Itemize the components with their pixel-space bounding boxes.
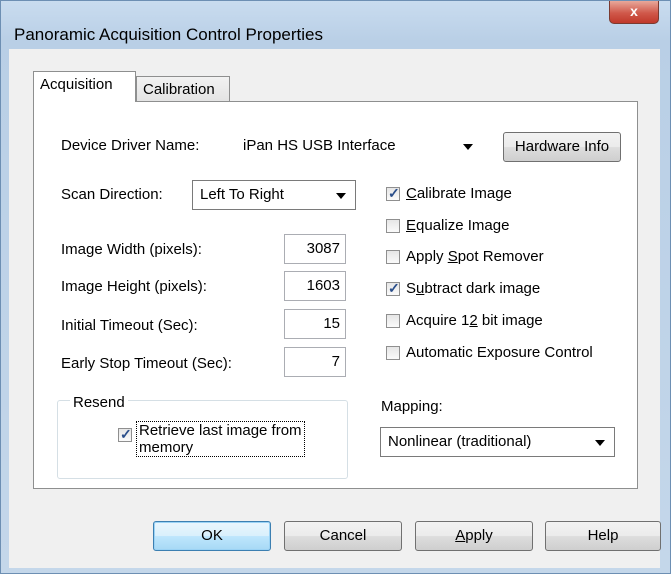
hardware-info-button[interactable]: Hardware Info — [503, 132, 621, 162]
image-width-label: Image Width (pixels): — [61, 241, 202, 258]
checkmark-icon: ✓ — [388, 185, 400, 201]
automatic-exposure-label: Automatic Exposure Control — [406, 344, 593, 361]
checkbox-box[interactable] — [386, 314, 400, 328]
close-icon: x — [630, 3, 638, 19]
early-stop-timeout-input[interactable]: 7 — [284, 347, 346, 377]
help-button[interactable]: Help — [545, 521, 661, 551]
cancel-button[interactable]: Cancel — [284, 521, 402, 551]
ok-label: OK — [201, 527, 223, 544]
acquire-12-bit-label: Acquire 12 bit image — [406, 312, 543, 329]
checkbox-box[interactable]: ✓ — [118, 426, 132, 442]
title-bar: Panoramic Acquisition Control Properties… — [1, 1, 670, 44]
checkbox-box[interactable] — [386, 346, 400, 360]
tab-calibration-label: Calibration — [143, 81, 215, 98]
close-button[interactable]: x — [609, 1, 659, 24]
cancel-label: Cancel — [319, 527, 367, 544]
hardware-info-label: Hardware Info — [514, 138, 610, 155]
image-width-input[interactable]: 3087 — [284, 234, 346, 264]
device-driver-label: Device Driver Name: — [61, 137, 200, 154]
device-driver-value: iPan HS USB Interface — [243, 137, 396, 154]
retrieve-label-line1: Retrieve last image from — [139, 422, 302, 439]
image-height-input[interactable]: 1603 — [284, 271, 346, 301]
calibrate-image-label: Calibrate Image — [406, 185, 512, 202]
ok-button[interactable]: OK — [153, 521, 271, 551]
chevron-down-icon — [463, 144, 473, 150]
tab-acquisition[interactable]: Acquisition — [33, 71, 136, 102]
checkbox-box[interactable] — [386, 250, 400, 264]
help-label: Help — [587, 527, 619, 544]
mapping-label: Mapping: — [381, 398, 443, 415]
early-stop-timeout-label: Early Stop Timeout (Sec): — [61, 355, 232, 372]
checkbox-box[interactable]: ✓ — [386, 280, 400, 296]
chevron-down-icon — [336, 193, 346, 199]
tab-calibration[interactable]: Calibration — [136, 76, 230, 102]
tab-acquisition-label: Acquisition — [40, 76, 113, 93]
scan-direction-label: Scan Direction: — [61, 186, 163, 203]
scan-direction-select[interactable]: Left To Right — [192, 180, 356, 210]
device-driver-select[interactable]: iPan HS USB Interface — [236, 132, 482, 162]
equalize-image-label: Equalize Image — [406, 217, 510, 234]
mapping-select[interactable]: Nonlinear (traditional) — [380, 427, 615, 457]
retrieve-last-image-label: Retrieve last image from memory — [136, 421, 305, 457]
apply-button[interactable]: Apply — [415, 521, 533, 551]
apply-label: Apply — [455, 527, 493, 544]
resend-group-title: Resend — [70, 394, 128, 411]
image-height-label: Image Height (pixels): — [61, 278, 207, 295]
initial-timeout-input[interactable]: 15 — [284, 309, 346, 339]
checkbox-box[interactable]: ✓ — [386, 185, 400, 201]
retrieve-label-line2: memory — [139, 439, 194, 456]
subtract-dark-image-label: Subtract dark image — [406, 280, 541, 297]
checkmark-icon: ✓ — [120, 426, 132, 442]
apply-spot-remover-label: Apply Spot Remover — [406, 248, 544, 265]
window-title: Panoramic Acquisition Control Properties — [14, 25, 323, 44]
initial-timeout-label: Initial Timeout (Sec): — [61, 317, 198, 334]
checkmark-icon: ✓ — [388, 280, 400, 296]
mapping-value: Nonlinear (traditional) — [388, 433, 532, 450]
chevron-down-icon — [595, 440, 605, 446]
scan-direction-value: Left To Right — [200, 186, 284, 203]
checkbox-box[interactable] — [386, 219, 400, 233]
